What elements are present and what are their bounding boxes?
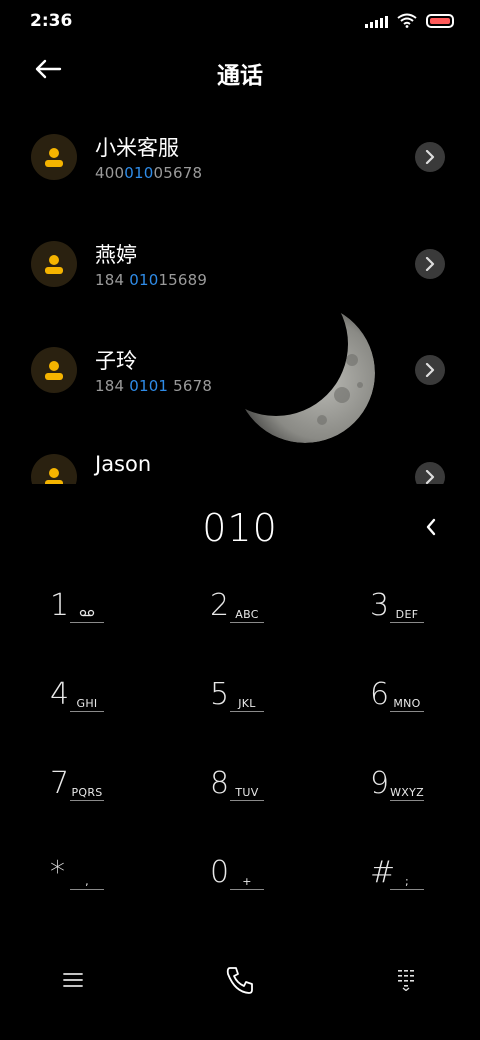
- voicemail-icon: [70, 608, 104, 623]
- key-digit: 2: [210, 588, 230, 623]
- menu-icon: [63, 973, 83, 987]
- contact-number: 40001005678: [95, 164, 202, 182]
- chevron-right-icon: [425, 363, 435, 377]
- key-digit: 6: [370, 677, 390, 712]
- status-time: 2:36: [30, 11, 73, 31]
- contact-detail-button[interactable]: [415, 249, 445, 279]
- key-letters: ,: [70, 875, 104, 890]
- key-hash[interactable]: # ;: [344, 841, 474, 911]
- contact-detail-button[interactable]: [415, 355, 445, 385]
- contact-name: 小米客服: [95, 136, 179, 160]
- key-letters: JKL: [230, 697, 264, 712]
- header: 通话: [0, 44, 480, 100]
- person-icon: [45, 361, 63, 380]
- key-letters: MNO: [390, 697, 424, 712]
- key-1[interactable]: 1: [24, 574, 154, 644]
- page-title: 通话: [217, 63, 263, 89]
- backspace-button[interactable]: [418, 514, 444, 540]
- status-icons: [365, 13, 454, 28]
- chevron-left-icon: [426, 518, 436, 536]
- dialer: 010 1 2 ABC 3 DEF 4 GHI 5 JKL 6 MNO 7 PQ…: [0, 484, 480, 1040]
- key-4[interactable]: 4 GHI: [24, 663, 154, 733]
- chevron-right-icon: [425, 150, 435, 164]
- contact-number: 184 0101 5678: [95, 377, 212, 395]
- key-digit: 5: [210, 677, 230, 712]
- key-9[interactable]: 9 WXYZ: [344, 752, 474, 822]
- key-letters: ABC: [230, 608, 264, 623]
- contact-name: Jason: [95, 452, 152, 476]
- avatar: [31, 241, 77, 287]
- person-icon: [45, 255, 63, 274]
- number-suffix: 5678: [168, 377, 213, 395]
- list-item[interactable]: Jason: [0, 424, 480, 484]
- contact-detail-button[interactable]: [415, 462, 445, 484]
- list-item[interactable]: 小米客服 40001005678: [0, 104, 480, 200]
- number-prefix: 184: [95, 377, 130, 395]
- avatar: [31, 454, 77, 484]
- key-digit: 3: [370, 588, 390, 623]
- number-suffix: 15689: [158, 271, 208, 289]
- status-bar: 2:36: [0, 0, 480, 44]
- key-star[interactable]: * ,: [24, 841, 154, 911]
- wifi-icon: [397, 13, 417, 28]
- key-7[interactable]: 7 PQRS: [24, 752, 154, 822]
- key-letters: ;: [390, 875, 424, 890]
- signal-icon: [365, 14, 388, 28]
- avatar: [31, 134, 77, 180]
- chevron-right-icon: [425, 470, 435, 484]
- phone-icon: [226, 967, 253, 994]
- number-suffix: 05678: [153, 164, 203, 182]
- contact-detail-button[interactable]: [415, 142, 445, 172]
- number-match: 010: [124, 164, 154, 182]
- key-letters: PQRS: [70, 786, 104, 801]
- avatar: [31, 347, 77, 393]
- key-letters: WXYZ: [390, 786, 424, 801]
- number-prefix: 184: [95, 271, 130, 289]
- person-icon: [45, 468, 63, 484]
- key-letters: GHI: [70, 697, 104, 712]
- key-6[interactable]: 6 MNO: [344, 663, 474, 733]
- key-2[interactable]: 2 ABC: [184, 574, 314, 644]
- number-match: 010: [129, 271, 159, 289]
- key-letters: DEF: [390, 608, 424, 623]
- contact-name: 子玲: [95, 349, 137, 373]
- contact-number: 184 01015689: [95, 271, 207, 289]
- dialpad-icon: [398, 970, 414, 991]
- key-3[interactable]: 3 DEF: [344, 574, 474, 644]
- chevron-right-icon: [425, 257, 435, 271]
- key-digit: 9: [370, 766, 390, 801]
- key-letters: TUV: [230, 786, 264, 801]
- number-match: 0101: [129, 377, 169, 395]
- menu-button[interactable]: [49, 956, 97, 1004]
- key-digit: 0: [210, 855, 230, 890]
- key-0[interactable]: 0 +: [184, 841, 314, 911]
- key-digit: 1: [50, 588, 70, 623]
- key-8[interactable]: 8 TUV: [184, 752, 314, 822]
- key-5[interactable]: 5 JKL: [184, 663, 314, 733]
- key-letters: +: [230, 875, 264, 890]
- list-item[interactable]: 子玲 184 0101 5678: [0, 317, 480, 413]
- key-digit: 8: [210, 766, 230, 801]
- list-item[interactable]: 燕婷 184 01015689: [0, 211, 480, 307]
- battery-icon: [426, 13, 454, 28]
- dialpad-toggle-button[interactable]: [382, 956, 430, 1004]
- contact-name: 燕婷: [95, 243, 137, 267]
- key-digit: *: [50, 855, 65, 890]
- number-prefix: 400: [95, 164, 125, 182]
- person-icon: [45, 148, 63, 167]
- key-digit: 7: [50, 766, 70, 801]
- call-button[interactable]: [216, 956, 264, 1004]
- key-digit: 4: [50, 677, 70, 712]
- contact-list: 小米客服 40001005678 燕婷 184 01015689 子玲 184 …: [0, 104, 480, 484]
- bottom-bar: [0, 930, 480, 1040]
- dial-input[interactable]: 010: [0, 506, 480, 550]
